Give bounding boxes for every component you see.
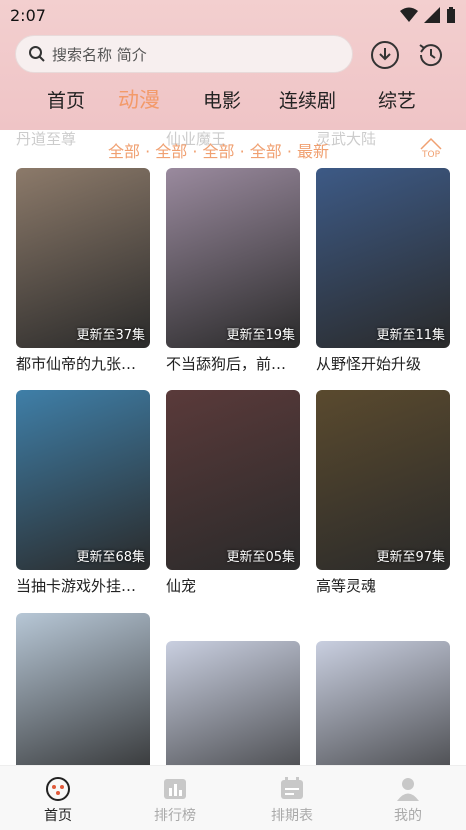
- anime-card[interactable]: 更新至68集 当抽卡游戏外挂…: [16, 390, 150, 596]
- status-bar: 2:07: [0, 0, 466, 32]
- card-title: 当抽卡游戏外挂…: [16, 577, 137, 595]
- card-title: 从野怪开始升级: [316, 355, 422, 373]
- tab-variety[interactable]: 综艺: [378, 86, 416, 113]
- search-input[interactable]: 搜索名称 简介: [15, 35, 353, 73]
- card-title: 仙宠: [166, 577, 197, 595]
- top-label: TOP: [422, 150, 441, 160]
- category-tabs: 首页 动漫 电影 连续剧 综艺: [0, 82, 466, 122]
- nav-profile-label: 我的: [394, 808, 422, 824]
- poster-image: 更新至05集: [166, 390, 300, 570]
- episode-badge: 更新至68集: [76, 550, 145, 565]
- calendar-icon: [281, 777, 303, 799]
- home-icon: [46, 777, 70, 801]
- tab-movie[interactable]: 电影: [203, 86, 241, 113]
- nav-ranking-label: 排行榜: [154, 808, 196, 824]
- nav-schedule-label: 排期表: [271, 808, 313, 824]
- search-placeholder: 搜索名称 简介: [52, 45, 147, 64]
- faded-title: 丹道至尊: [16, 130, 77, 148]
- download-icon[interactable]: [370, 40, 400, 70]
- nav-schedule[interactable]: 排期表: [252, 776, 332, 825]
- tab-anime[interactable]: 动漫: [118, 84, 160, 114]
- bottom-nav: 首页 排行榜 排期表 我的: [0, 765, 466, 830]
- poster-image: 更新至97集: [316, 390, 450, 570]
- anime-card[interactable]: 更新至19集 不当舔狗后，前…: [166, 168, 300, 374]
- anime-card[interactable]: 更新至05集 仙宠: [166, 390, 300, 596]
- nav-profile[interactable]: 我的: [368, 776, 448, 825]
- episode-badge: 更新至19集: [226, 328, 295, 343]
- poster-image: 更新至19集: [166, 168, 300, 348]
- episode-badge: 更新至05集: [226, 550, 295, 565]
- anime-card[interactable]: 更新至37集 都市仙帝的九张…: [16, 168, 150, 374]
- top-arrow-icon: [420, 137, 442, 150]
- poster-image: 更新至11集: [316, 168, 450, 348]
- tab-home[interactable]: 首页: [47, 86, 85, 113]
- card-title: 高等灵魂: [316, 577, 377, 595]
- anime-card[interactable]: 更新至97集 高等灵魂: [316, 390, 450, 596]
- filter-bar[interactable]: 全部 · 全部 · 全部 · 全部 · 最新: [108, 138, 329, 162]
- history-icon[interactable]: [416, 40, 446, 70]
- wifi-icon: [400, 7, 418, 22]
- chart-icon: [164, 779, 186, 799]
- poster-image: 更新至68集: [16, 390, 150, 570]
- search-icon: [29, 46, 45, 62]
- card-title: 都市仙帝的九张…: [16, 355, 137, 373]
- episode-badge: 更新至37集: [76, 328, 145, 343]
- episode-badge: 更新至11集: [376, 328, 445, 343]
- back-to-top-button[interactable]: TOP: [416, 136, 446, 162]
- status-icons: [400, 7, 456, 23]
- nav-ranking[interactable]: 排行榜: [135, 776, 215, 825]
- tab-series[interactable]: 连续剧: [279, 86, 336, 113]
- signal-icon: [424, 7, 440, 23]
- nav-home-label: 首页: [44, 808, 72, 824]
- nav-home[interactable]: 首页: [18, 776, 98, 825]
- status-time: 2:07: [10, 6, 46, 25]
- anime-card[interactable]: 更新至11集 从野怪开始升级: [316, 168, 450, 374]
- poster-image: 更新至37集: [16, 168, 150, 348]
- battery-icon: [447, 7, 455, 23]
- episode-badge: 更新至97集: [376, 550, 445, 565]
- user-icon: [397, 778, 419, 801]
- card-title: 不当舔狗后，前…: [166, 355, 287, 373]
